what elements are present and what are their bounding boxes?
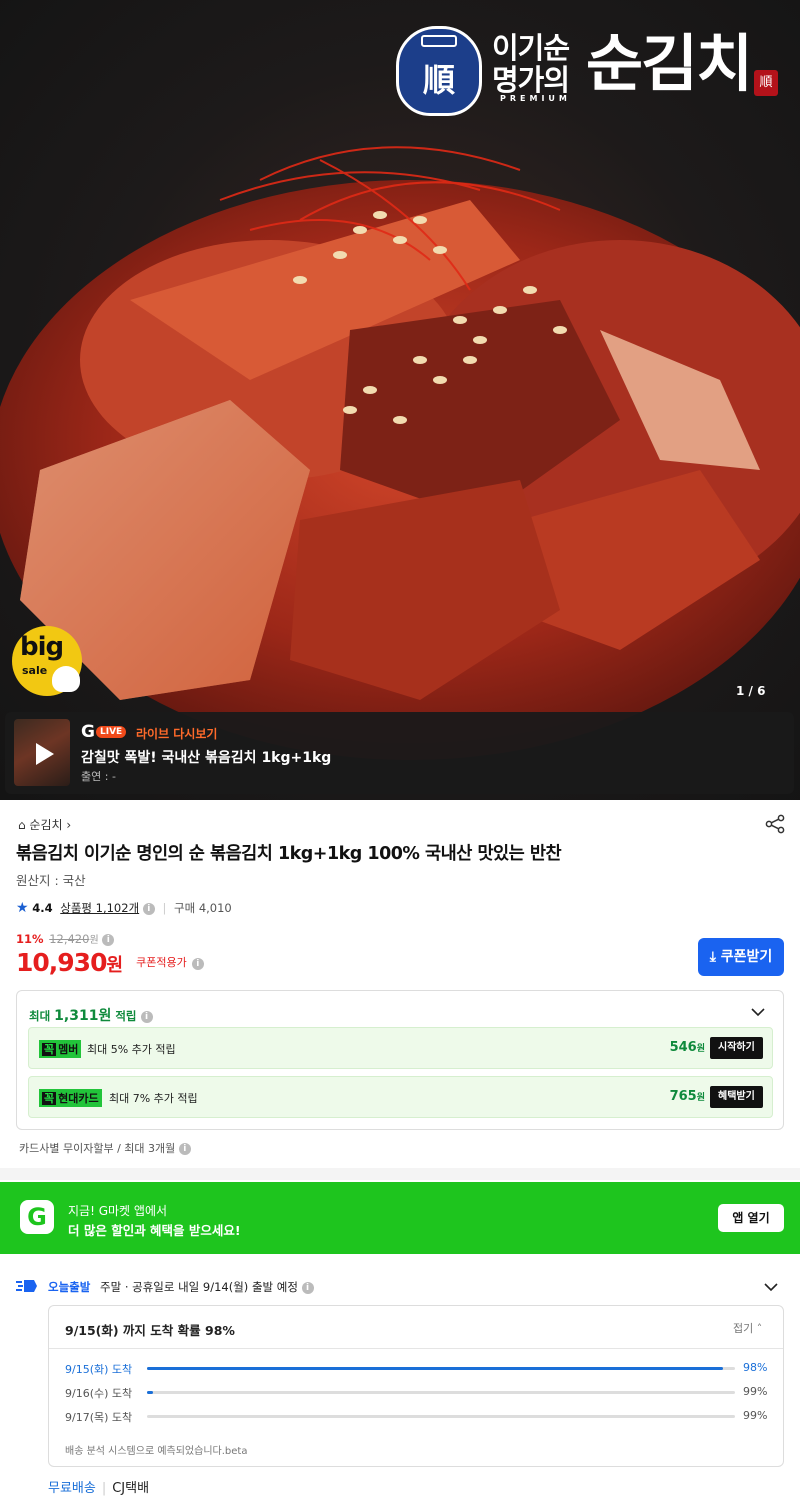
- reward-header: 최대 1,311원 적립 i: [29, 1005, 153, 1025]
- start-member-button[interactable]: 시작하기: [710, 1037, 763, 1059]
- prediction-note: 배송 분석 시스템으로 예측되었습니다.beta: [65, 1446, 248, 1457]
- product-image-carousel[interactable]: 順 이기순 명가의 PREMIUM 순김치 順 big sale 1 / 6 G…: [0, 0, 800, 800]
- chevron-down-icon[interactable]: [764, 1280, 778, 1294]
- reward-member-row: 꼭 멤버 최대 5% 추가 적립 546원 시작하기: [28, 1027, 773, 1069]
- purchase-count: 구매 4,010: [174, 901, 232, 915]
- free-shipping: 무료배송: [48, 1481, 96, 1496]
- section-divider: [0, 1168, 800, 1180]
- review-link[interactable]: 상품평 1,102개: [60, 901, 139, 915]
- mascot-icon: [52, 666, 80, 692]
- discount-rate: 11%: [16, 932, 44, 946]
- brand-subname: 이기순 명가의: [492, 31, 570, 97]
- brand-seal-icon: 順: [754, 70, 778, 96]
- arrival-row: 9/15(화) 도착 98%: [65, 1361, 768, 1376]
- kimchi-photo: [0, 146, 800, 760]
- coupon-applied-label: 쿠폰적용가: [136, 956, 187, 969]
- reward-text: 최대 7% 추가 적립: [109, 1092, 198, 1105]
- brand-logo: 順 이기순 명가의 PREMIUM 순김치 順: [396, 24, 781, 120]
- rating-score: 4.4: [32, 901, 53, 915]
- live-cast: 출연 : -: [81, 770, 116, 783]
- brand-premium: PREMIUM: [500, 94, 571, 103]
- breadcrumb[interactable]: ⌂ 순김치 ›: [18, 816, 71, 833]
- carrier: CJ택배: [112, 1481, 150, 1496]
- shipping-info: 무료배송 | CJ택배: [48, 1481, 150, 1496]
- info-icon[interactable]: i: [301, 1281, 314, 1294]
- rating-row: ★ 4.4 상품평 1,102개 i | 구매 4,010: [16, 900, 232, 916]
- open-app-button[interactable]: 앱 열기: [718, 1204, 784, 1232]
- product-origin: 원산지 : 국산: [16, 873, 86, 888]
- app-banner-line1: 지금! G마켓 앱에서: [68, 1204, 168, 1218]
- info-icon[interactable]: i: [102, 933, 115, 946]
- today-ship-tag: 오늘출발: [48, 1280, 91, 1294]
- info-icon[interactable]: i: [142, 902, 155, 915]
- reward-points: 765원: [669, 1089, 705, 1104]
- info-icon[interactable]: i: [191, 958, 204, 970]
- product-title: 볶음김치 이기순 명인의 순 볶음김치 1kg+1kg 100% 국내산 맛있는…: [16, 844, 562, 864]
- reward-panel: 최대 1,311원 적립 i 꼭 멤버 최대 5% 추가 적립 546원 시작하기…: [16, 990, 784, 1130]
- installment-info: 카드사별 무이자할부 / 최대 3개월 i: [19, 1140, 191, 1156]
- live-title: 감칠맛 폭발! 국내산 볶음김치 1kg+1kg: [81, 750, 332, 766]
- star-icon: ★: [16, 900, 29, 916]
- live-thumbnail[interactable]: [14, 719, 70, 786]
- brand-jar-char: 順: [422, 61, 455, 99]
- chevron-down-icon[interactable]: [751, 1005, 765, 1019]
- card-tag: 꼭 현대카드: [39, 1089, 102, 1107]
- get-benefit-button[interactable]: 혜택받기: [710, 1086, 763, 1108]
- sale-price: 10,930: [16, 948, 107, 977]
- price-row: 10,930원 쿠폰적용가 i: [16, 948, 204, 977]
- arrival-probability-box: 9/15(화) 까지 도착 확률 98% 접기 ˄ 9/15(화) 도착 98%…: [48, 1305, 784, 1467]
- arrival-row: 9/17(목) 도착 99%: [65, 1409, 768, 1424]
- brand-jar-icon: 順: [396, 26, 482, 116]
- member-tag: 꼭 멤버: [39, 1040, 82, 1058]
- probability-bar: [147, 1391, 735, 1394]
- probability-bar: [147, 1415, 735, 1418]
- play-icon: [36, 743, 54, 765]
- app-banner-line2: 더 많은 할인과 혜택을 받으세요!: [68, 1223, 241, 1238]
- original-price: 12,420: [49, 932, 90, 946]
- reward-text: 최대 5% 추가 적립: [87, 1043, 176, 1056]
- info-icon[interactable]: i: [178, 1143, 191, 1155]
- reward-points: 546원: [669, 1040, 705, 1055]
- arrival-header: 9/15(화) 까지 도착 확률 98%: [65, 1323, 235, 1338]
- live-replay-label: 라이브 다시보기: [136, 727, 218, 741]
- share-icon[interactable]: [764, 814, 786, 834]
- app-banner[interactable]: G 지금! G마켓 앱에서 더 많은 할인과 혜택을 받으세요! 앱 열기: [0, 1182, 800, 1254]
- probability-fill: [147, 1367, 724, 1370]
- probability-bar: [147, 1367, 735, 1370]
- download-icon: ⤓: [709, 949, 716, 965]
- image-pager: 1 / 6: [736, 684, 766, 698]
- fast-delivery-icon: [16, 1280, 37, 1292]
- g-live-logo: G LIVE: [81, 722, 127, 742]
- coupon-download-button[interactable]: ⤓ 쿠폰받기: [698, 938, 784, 976]
- probability-fill: [147, 1391, 153, 1394]
- collapse-button[interactable]: 접기 ˄: [733, 1320, 762, 1336]
- original-price-row: 11% 12,420원 i: [16, 931, 115, 946]
- arrival-row: 9/16(수) 도착 99%: [65, 1385, 768, 1400]
- brand-name: 순김치: [586, 27, 753, 100]
- reward-card-row: 꼭 현대카드 최대 7% 추가 적립 765원 혜택받기: [28, 1076, 773, 1118]
- info-icon[interactable]: i: [140, 1010, 153, 1023]
- big-sale-badge: big sale: [12, 626, 82, 696]
- live-replay-card[interactable]: G LIVE 라이브 다시보기 감칠맛 폭발! 국내산 볶음김치 1kg+1kg…: [5, 712, 794, 794]
- ship-note: 주말 · 공휴일로 내일 9/14(월) 출발 예정 i: [100, 1279, 314, 1295]
- gmarket-logo-icon: G: [20, 1200, 54, 1234]
